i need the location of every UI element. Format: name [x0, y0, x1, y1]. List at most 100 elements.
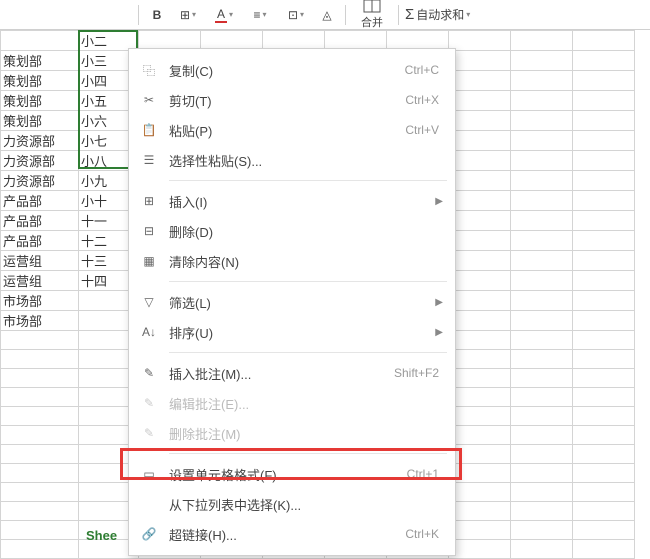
cell[interactable] — [1, 464, 79, 483]
cell[interactable] — [573, 71, 635, 91]
align-button[interactable]: ≡ — [243, 4, 277, 26]
cell[interactable] — [511, 191, 573, 211]
menu-item-insert[interactable]: ⊞插入(I)▶ — [129, 186, 455, 216]
cell[interactable] — [449, 151, 511, 171]
cell[interactable] — [573, 151, 635, 171]
cell[interactable] — [449, 271, 511, 291]
cell[interactable] — [449, 407, 511, 426]
cell[interactable] — [573, 521, 635, 540]
cell[interactable]: 产品部 — [1, 211, 79, 231]
cell[interactable] — [449, 483, 511, 502]
cell[interactable] — [511, 388, 573, 407]
cell[interactable] — [449, 91, 511, 111]
cell[interactable] — [511, 131, 573, 151]
cell[interactable] — [573, 91, 635, 111]
cell[interactable] — [449, 211, 511, 231]
cell[interactable] — [511, 445, 573, 464]
cell[interactable] — [511, 540, 573, 559]
cell[interactable]: 市场部 — [1, 291, 79, 311]
font-color-button[interactable]: A — [207, 4, 241, 26]
cell[interactable]: 策划部 — [1, 71, 79, 91]
cell[interactable] — [511, 407, 573, 426]
cell[interactable] — [449, 350, 511, 369]
cell[interactable] — [573, 350, 635, 369]
cell[interactable]: 产品部 — [1, 191, 79, 211]
cell[interactable]: 策划部 — [1, 91, 79, 111]
cell[interactable] — [1, 502, 79, 521]
cell[interactable]: 力资源部 — [1, 171, 79, 191]
cell[interactable] — [449, 111, 511, 131]
merge-button[interactable]: 合并 — [352, 0, 392, 30]
cell[interactable] — [573, 426, 635, 445]
cell[interactable] — [573, 445, 635, 464]
cell[interactable] — [449, 171, 511, 191]
fill-shape-button[interactable]: ◬ — [315, 4, 339, 26]
cell[interactable] — [511, 350, 573, 369]
cell[interactable] — [511, 171, 573, 191]
cell[interactable] — [1, 31, 79, 51]
cell[interactable] — [511, 502, 573, 521]
cell[interactable] — [573, 331, 635, 350]
border-style-button[interactable]: ⊡ — [279, 4, 313, 26]
cell[interactable] — [511, 111, 573, 131]
cell[interactable] — [449, 71, 511, 91]
cell[interactable] — [1, 388, 79, 407]
cell[interactable]: 产品部 — [1, 231, 79, 251]
menu-item-filter[interactable]: ▽筛选(L)▶ — [129, 287, 455, 317]
cell[interactable]: 策划部 — [1, 51, 79, 71]
cell[interactable] — [1, 426, 79, 445]
cell[interactable] — [1, 369, 79, 388]
cell[interactable] — [573, 407, 635, 426]
menu-item-clear[interactable]: ▦清除内容(N) — [129, 246, 455, 276]
autosum-button[interactable]: Σ 自动求和 — [405, 6, 470, 23]
cell[interactable] — [573, 51, 635, 71]
cell[interactable] — [1, 350, 79, 369]
cell[interactable] — [449, 369, 511, 388]
cell[interactable]: 运营组 — [1, 271, 79, 291]
menu-item-comment-add[interactable]: ✎插入批注(M)...Shift+F2 — [129, 358, 455, 388]
cell[interactable] — [573, 483, 635, 502]
cell[interactable] — [449, 291, 511, 311]
cell[interactable] — [511, 231, 573, 251]
cell[interactable] — [511, 426, 573, 445]
cell[interactable] — [449, 31, 511, 51]
cell[interactable] — [511, 211, 573, 231]
cell[interactable] — [573, 369, 635, 388]
sheet-tab[interactable]: Shee — [86, 528, 117, 543]
cell[interactable] — [573, 251, 635, 271]
cell[interactable] — [511, 51, 573, 71]
cell[interactable] — [573, 464, 635, 483]
cell[interactable] — [1, 445, 79, 464]
cell[interactable] — [449, 464, 511, 483]
cell[interactable] — [511, 483, 573, 502]
cell[interactable]: 市场部 — [1, 311, 79, 331]
menu-item-sort[interactable]: A↓排序(U)▶ — [129, 317, 455, 347]
cell[interactable] — [449, 251, 511, 271]
cell[interactable] — [449, 331, 511, 350]
menu-item-delete[interactable]: ⊟删除(D) — [129, 216, 455, 246]
cell[interactable] — [573, 131, 635, 151]
cell[interactable] — [511, 91, 573, 111]
cell[interactable] — [1, 483, 79, 502]
cell[interactable] — [449, 231, 511, 251]
cell[interactable] — [511, 521, 573, 540]
cell[interactable] — [573, 211, 635, 231]
cell[interactable] — [573, 502, 635, 521]
menu-item-format[interactable]: ▭设置单元格格式(F)...Ctrl+1 — [129, 459, 455, 489]
cell[interactable] — [573, 111, 635, 131]
cell[interactable] — [573, 191, 635, 211]
menu-item-paste[interactable]: 📋粘贴(P)Ctrl+V — [129, 115, 455, 145]
cell[interactable] — [511, 369, 573, 388]
cell[interactable] — [511, 151, 573, 171]
cell[interactable] — [511, 271, 573, 291]
cell[interactable] — [1, 407, 79, 426]
cell[interactable] — [573, 31, 635, 51]
cell[interactable] — [511, 464, 573, 483]
menu-item-cut[interactable]: ✂剪切(T)Ctrl+X — [129, 85, 455, 115]
cell[interactable] — [449, 311, 511, 331]
cell[interactable] — [449, 131, 511, 151]
border-button[interactable]: ⊞ — [171, 4, 205, 26]
bold-button[interactable]: B — [145, 4, 169, 26]
cell[interactable] — [573, 311, 635, 331]
cell[interactable]: 力资源部 — [1, 131, 79, 151]
